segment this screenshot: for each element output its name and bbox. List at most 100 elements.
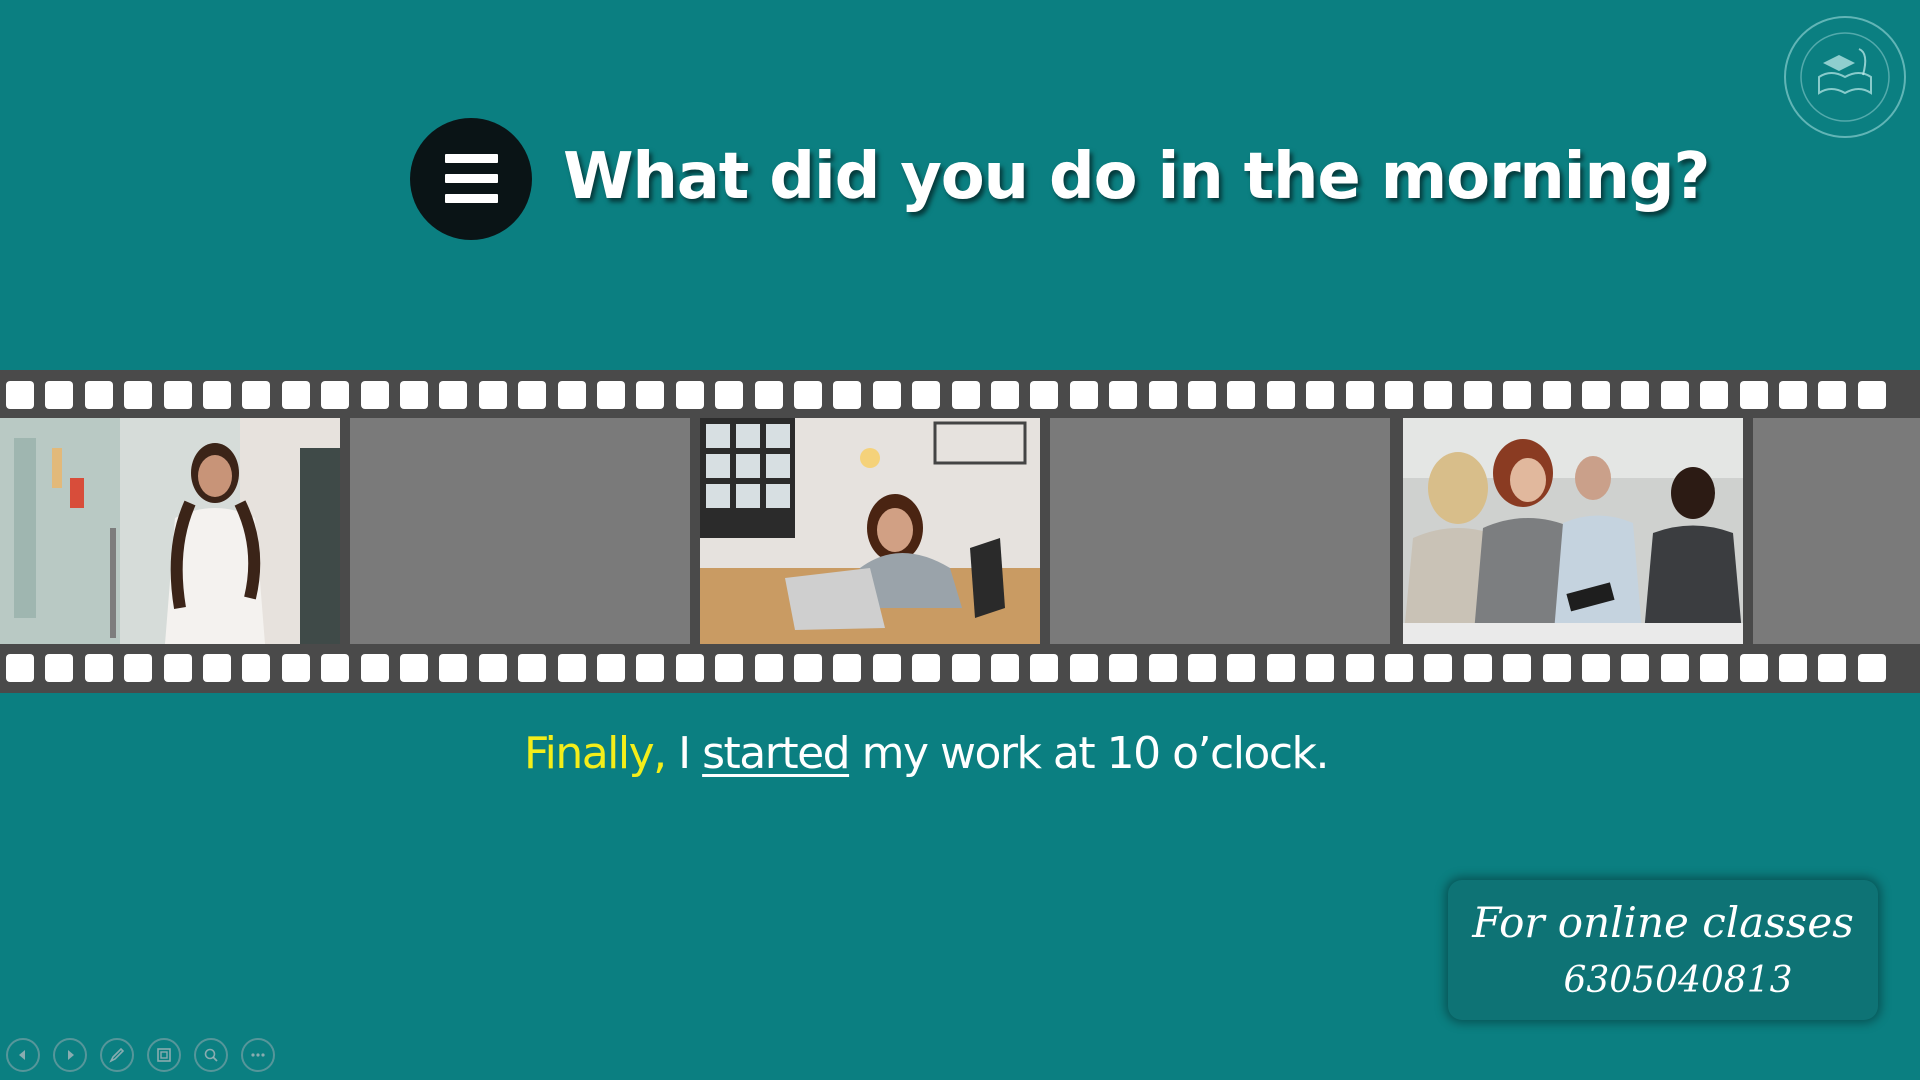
sprocket-hole [164,654,192,682]
more-icon[interactable] [241,1038,275,1072]
sprocket-hole [518,654,546,682]
sprocket-hole [400,654,428,682]
menu-icon [410,118,532,240]
sprocket-hole [479,381,507,409]
sprocket-hole [203,654,231,682]
sprocket-hole [85,381,113,409]
sprocket-hole [1030,654,1058,682]
sprocket-hole [400,381,428,409]
sprocket-hole [1346,381,1374,409]
sprocket-hole [124,654,152,682]
sprocket-hole [1700,654,1728,682]
sprocket-hole [636,381,664,409]
sprocket-hole [1818,381,1846,409]
slide: What did you do in the morning? Finally,… [0,0,1920,1080]
sprocket-hole [1740,381,1768,409]
sentence-underlined-verb: started [702,728,850,779]
next-icon[interactable] [53,1038,87,1072]
sprocket-hole [715,381,743,409]
sprocket-hole [321,654,349,682]
film-frame-photo-woman-laptop [700,418,1040,644]
sprocket-hole [1621,654,1649,682]
contact-box: For online classes 6305040813 [1448,880,1878,1020]
film-frame-blank-1 [350,418,690,644]
sprocket-hole [518,381,546,409]
slides-icon[interactable] [147,1038,181,1072]
sprocket-hole [715,654,743,682]
film-frame-photo-woman-doorway [0,418,340,644]
sprocket-hole [203,381,231,409]
sprocket-hole [1227,654,1255,682]
sprocket-hole [1149,381,1177,409]
sprocket-hole [164,381,192,409]
sprocket-hole [1227,381,1255,409]
slide-title: What did you do in the morning? [563,140,1711,214]
sprocket-hole [991,381,1019,409]
sprocket-hole [1464,381,1492,409]
sentence-highlight-word: Finally, [524,728,667,779]
sprocket-hole [1858,654,1886,682]
sprocket-hole [636,654,664,682]
sprocket-hole [1385,381,1413,409]
sprocket-hole [597,654,625,682]
sprocket-hole [1779,381,1807,409]
sprocket-hole [439,654,467,682]
sprocket-hole [1385,654,1413,682]
sprocket-hole [1621,381,1649,409]
sprocket-hole [1306,654,1334,682]
previous-icon[interactable] [6,1038,40,1072]
sprocket-hole [1858,381,1886,409]
sprocket-hole [6,381,34,409]
sprocket-hole [597,381,625,409]
sprocket-hole [676,654,704,682]
sprocket-hole [45,381,73,409]
sprocket-hole [912,654,940,682]
sprocket-hole [1661,654,1689,682]
example-sentence: Finally, I started my work at 10 o’clock… [524,728,1330,779]
sprocket-hole [1306,381,1334,409]
film-frame-photo-meeting [1403,418,1743,644]
sprocket-hole [1582,381,1610,409]
contact-heading: For online classes [1472,898,1854,947]
sprocket-hole [1424,381,1452,409]
sprocket-hole [833,654,861,682]
zoom-icon[interactable] [194,1038,228,1072]
sprocket-holes-bottom [0,654,1920,682]
sprocket-hole [124,381,152,409]
contact-phone: 6305040813 [1563,960,1793,1001]
sprocket-holes-top [0,381,1920,409]
sprocket-hole [1109,381,1137,409]
sprocket-hole [794,381,822,409]
film-strip [0,370,1920,693]
sprocket-hole [676,381,704,409]
sprocket-hole [1700,381,1728,409]
sprocket-hole [1070,654,1098,682]
sprocket-hole [873,381,901,409]
sprocket-hole [85,654,113,682]
sprocket-hole [558,654,586,682]
sprocket-hole [833,381,861,409]
sprocket-hole [912,381,940,409]
sprocket-hole [6,654,34,682]
sprocket-hole [1464,654,1492,682]
sprocket-hole [558,381,586,409]
sprocket-hole [321,381,349,409]
sprocket-hole [873,654,901,682]
sentence-post-text: my work at 10 o’clock. [849,728,1330,779]
sprocket-hole [1503,381,1531,409]
sprocket-hole [361,381,389,409]
sprocket-hole [282,654,310,682]
sprocket-hole [755,381,783,409]
sentence-pre-text: I [665,728,703,779]
sprocket-hole [991,654,1019,682]
pen-icon[interactable] [100,1038,134,1072]
sprocket-hole [282,381,310,409]
sprocket-hole [1543,654,1571,682]
sprocket-hole [1267,654,1295,682]
sprocket-hole [1070,381,1098,409]
sprocket-hole [1543,381,1571,409]
sprocket-hole [45,654,73,682]
sprocket-hole [1267,381,1295,409]
sprocket-hole [1149,654,1177,682]
sprocket-hole [794,654,822,682]
